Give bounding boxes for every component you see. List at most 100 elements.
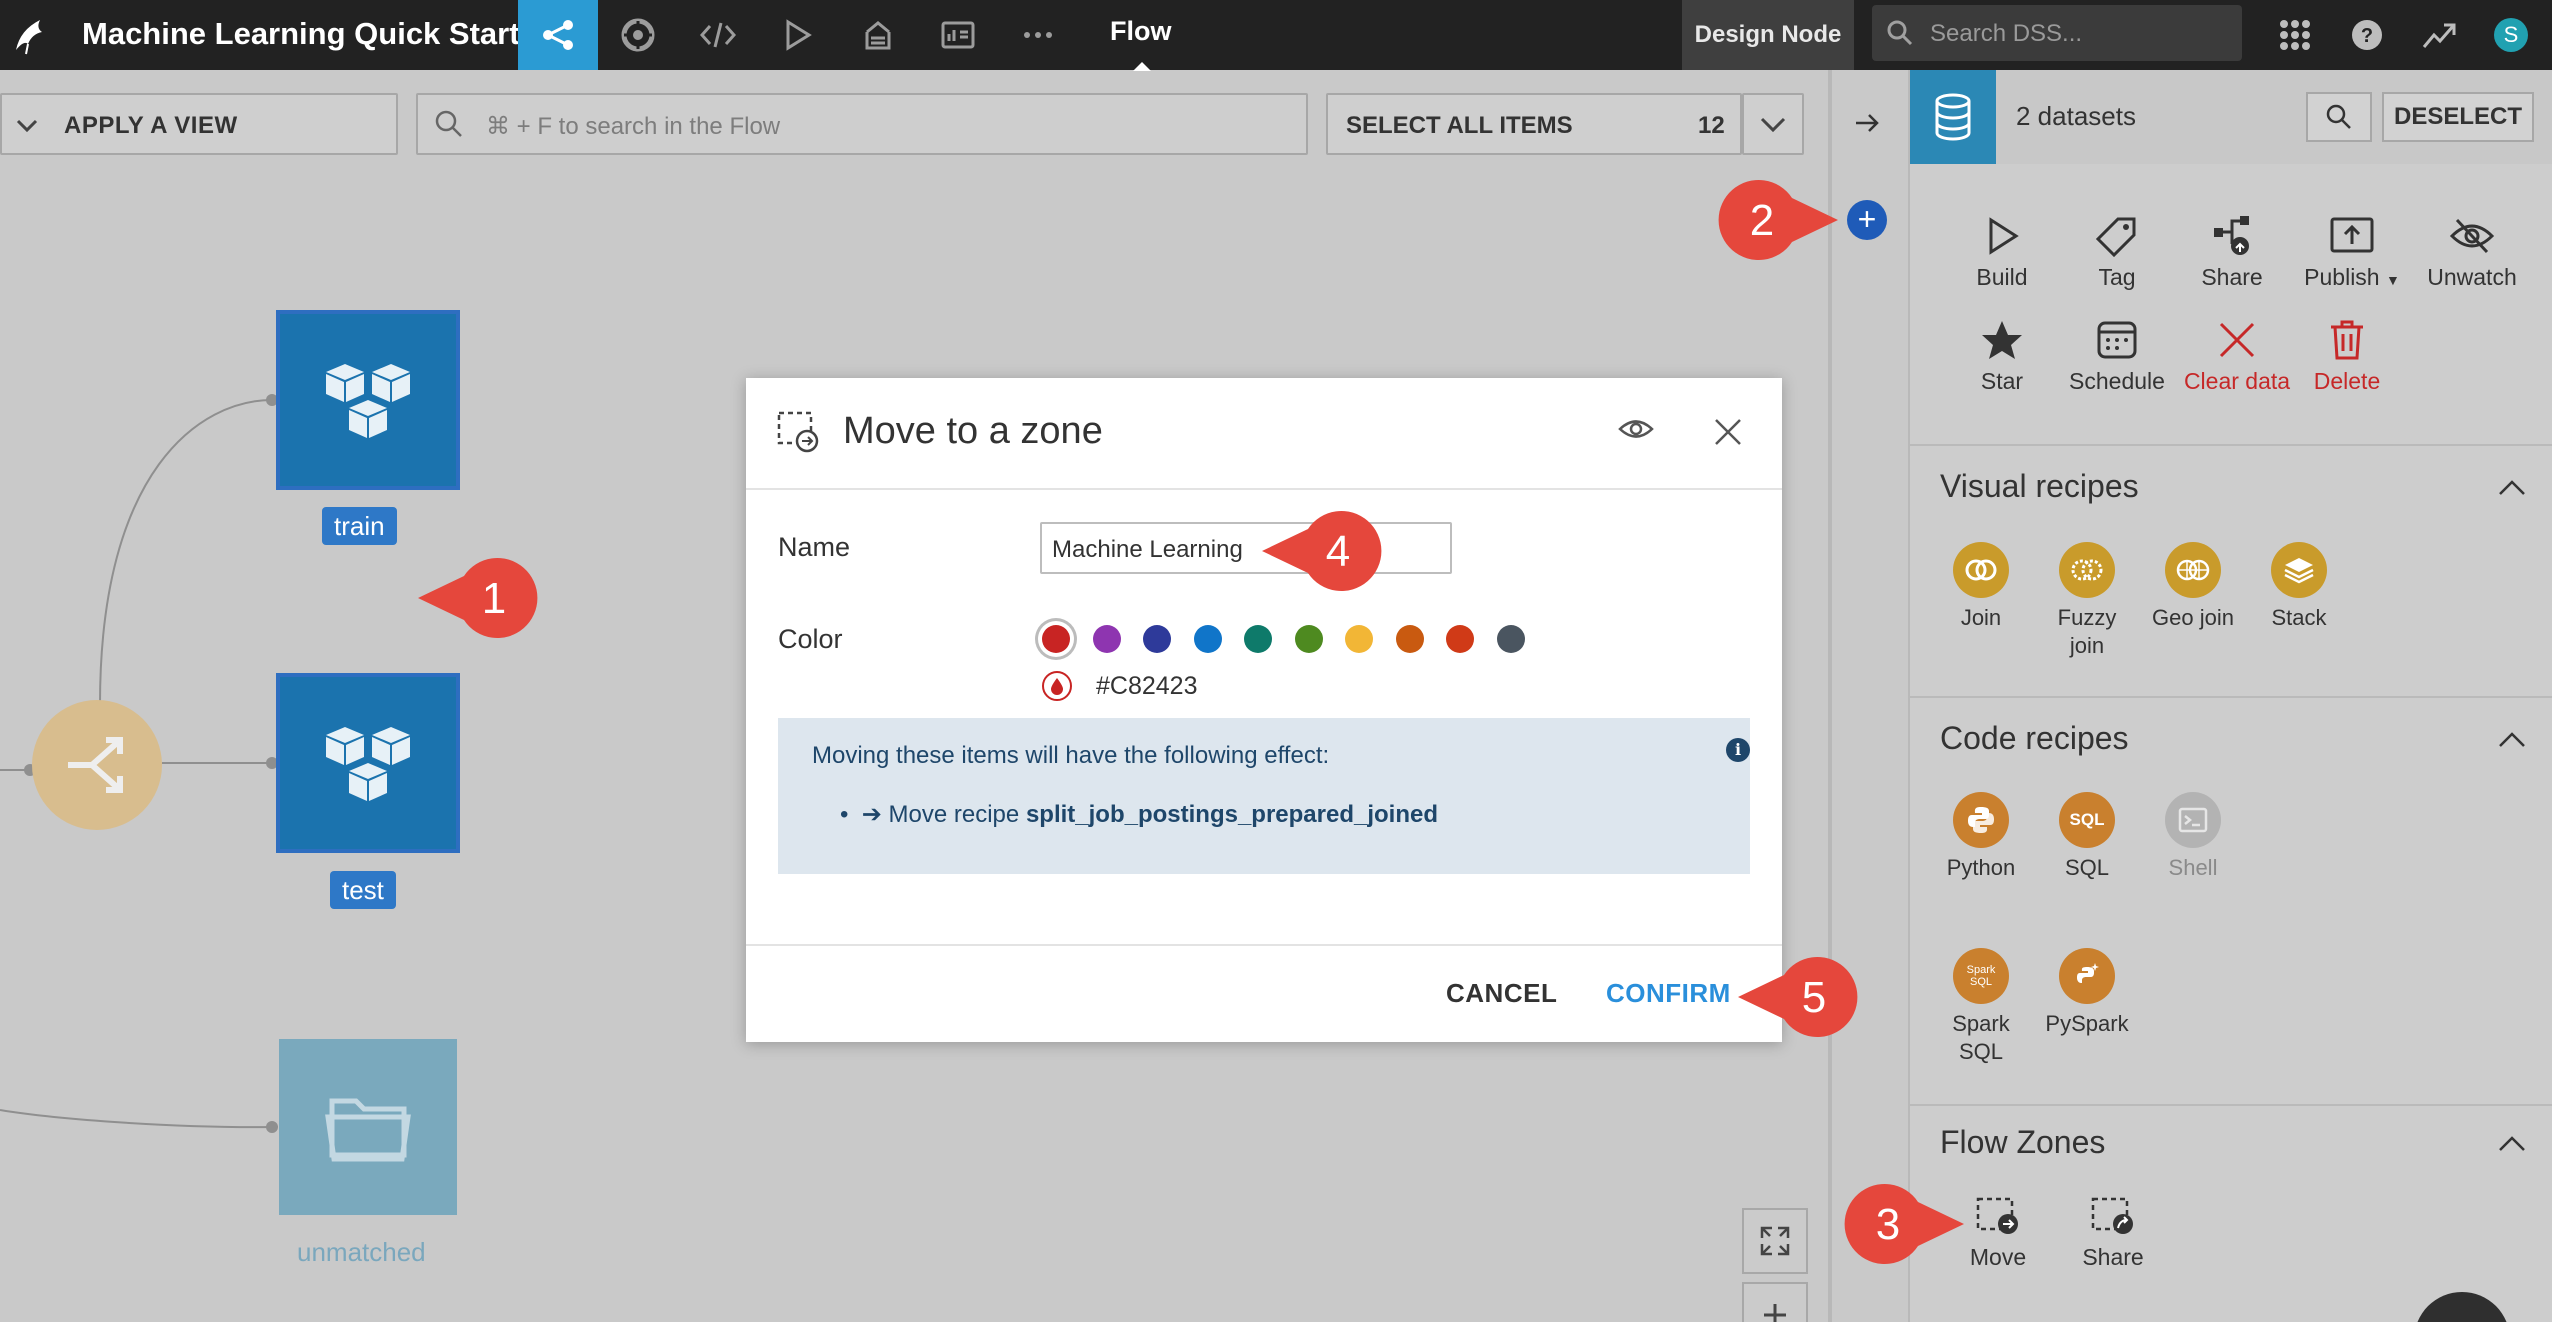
dataset-label-train[interactable]: train xyxy=(322,507,397,545)
schedule-action[interactable]: Schedule xyxy=(2057,312,2177,395)
cancel-button[interactable]: CANCEL xyxy=(1446,978,1557,1009)
color-picker-icon[interactable] xyxy=(1042,671,1072,701)
project-title[interactable]: Machine Learning Quick Start xyxy=(82,14,520,54)
confirm-button[interactable]: CONFIRM xyxy=(1606,978,1731,1009)
dataset-node-train[interactable] xyxy=(276,310,460,490)
help-icon[interactable]: ? xyxy=(2342,10,2392,60)
join-icon xyxy=(1965,559,1997,581)
effect-info-text: Moving these items will have the followi… xyxy=(812,742,1330,769)
move-to-zone-dialog: Move to a zone Name Machine Learning Col… xyxy=(746,378,1782,1042)
share-to-zone-action[interactable]: Share xyxy=(2053,1188,2173,1271)
dataset-node-test[interactable] xyxy=(276,673,460,853)
spark-sql-label: Spark SQL xyxy=(1952,1011,2010,1064)
chevron-up-icon[interactable] xyxy=(2496,1132,2528,1154)
right-actions-panel: 2 datasets DESELECT Build Tag Share Publ… xyxy=(1908,70,2552,1322)
fuzzy-join-icon xyxy=(2071,559,2103,581)
close-icon[interactable] xyxy=(1712,416,1744,448)
name-field-label: Name xyxy=(778,532,851,562)
chevron-up-icon[interactable] xyxy=(2496,728,2528,750)
join-recipe[interactable]: Join xyxy=(1926,542,2036,632)
callout-step-1: 1 xyxy=(418,558,538,638)
zone-name-input[interactable]: Machine Learning xyxy=(1040,522,1452,574)
play-icon xyxy=(1989,217,2019,255)
color-swatch[interactable] xyxy=(1294,625,1323,653)
color-swatch[interactable] xyxy=(1244,625,1272,653)
color-swatch[interactable] xyxy=(1345,625,1373,653)
star-action[interactable]: Star xyxy=(1942,312,2062,395)
pyspark-icon xyxy=(2077,963,2099,983)
fuzzy-join-recipe[interactable]: Fuzzy join xyxy=(2032,542,2142,660)
color-swatch[interactable] xyxy=(1193,625,1222,653)
add-zone-plus-button[interactable]: + xyxy=(1847,200,1887,240)
publish-label: Publish xyxy=(2304,264,2380,290)
shell-recipe[interactable]: Shell xyxy=(2138,792,2248,882)
delete-label: Delete xyxy=(2313,368,2381,394)
effect-list-item: • ➔ Move recipe split_job_postings_prepa… xyxy=(840,801,1439,828)
color-swatch[interactable] xyxy=(1143,625,1171,653)
sql-recipe[interactable]: SQL SQL xyxy=(2032,792,2142,882)
unwatch-label: Unwatch xyxy=(2427,264,2517,290)
color-swatch[interactable] xyxy=(1092,625,1121,653)
clear-data-action[interactable]: Clear data xyxy=(2172,312,2302,395)
share-label: Share xyxy=(2201,264,2263,290)
stack-recipe[interactable]: Stack xyxy=(2244,542,2354,632)
run-nav-icon[interactable] xyxy=(758,0,838,70)
publish-action[interactable]: Publish ▼ xyxy=(2287,208,2417,291)
tag-action[interactable]: Tag xyxy=(2057,208,2177,291)
flow-nav-icon[interactable] xyxy=(518,0,598,70)
more-nav-icon[interactable] xyxy=(998,0,1078,70)
color-swatch[interactable] xyxy=(1496,625,1525,653)
top-navigation-bar: Machine Learning Quick Start Flow Design… xyxy=(0,0,2552,71)
color-swatch[interactable] xyxy=(1446,625,1474,653)
code-nav-icon[interactable] xyxy=(678,0,758,70)
folder-icon xyxy=(325,1098,411,1162)
dataset-label-test[interactable]: test xyxy=(330,871,396,909)
schedule-label: Schedule xyxy=(2069,368,2165,394)
color-swatch[interactable] xyxy=(1395,625,1424,653)
user-avatar[interactable]: S xyxy=(2486,10,2536,60)
eye-icon[interactable] xyxy=(1618,416,1654,442)
search-icon xyxy=(2326,104,2351,129)
folder-label-unmatched[interactable]: unmatched xyxy=(297,1237,426,1268)
share-action[interactable]: Share xyxy=(2172,208,2292,291)
arrow-right-icon: ➔ xyxy=(861,801,882,828)
dataiku-bird-logo-icon[interactable] xyxy=(6,10,56,60)
zoom-in-button[interactable] xyxy=(1742,1282,1808,1322)
design-node-badge[interactable]: Design Node xyxy=(1682,0,1854,70)
collapse-panel-arrow-icon[interactable] xyxy=(1852,108,1882,143)
unwatch-action[interactable]: Unwatch xyxy=(2402,208,2542,291)
deselect-button[interactable]: DESELECT xyxy=(2382,92,2534,142)
selection-count: 2 datasets xyxy=(2016,101,2136,131)
selected-color-hex[interactable]: #C82423 xyxy=(1096,672,1197,701)
sql-label: SQL xyxy=(2064,855,2110,880)
folder-node-unmatched[interactable] xyxy=(279,1039,457,1215)
lab-nav-icon[interactable] xyxy=(598,0,678,70)
global-search-input[interactable]: Search DSS... xyxy=(1872,5,2242,61)
dashboard-nav-icon[interactable] xyxy=(918,0,998,70)
delete-action[interactable]: Delete xyxy=(2287,312,2407,395)
color-swatch[interactable] xyxy=(1042,625,1070,653)
visual-recipes-title: Visual recipes xyxy=(1940,468,2139,504)
fit-to-screen-button[interactable] xyxy=(1742,1208,1808,1274)
avatar-initial: S xyxy=(2494,18,2528,52)
pyspark-recipe[interactable]: PySpark xyxy=(2032,948,2142,1038)
stack-icon xyxy=(2284,558,2314,584)
spark-sql-recipe[interactable]: Spark SQL Spark SQL xyxy=(1926,948,2036,1066)
publish-icon xyxy=(2330,217,2374,253)
activity-trend-icon[interactable] xyxy=(2414,10,2464,60)
panel-search-button[interactable] xyxy=(2306,92,2372,142)
split-icon xyxy=(68,737,123,793)
python-recipe[interactable]: Python xyxy=(1926,792,2036,882)
tag-label: Tag xyxy=(2098,264,2136,290)
svg-text:5: 5 xyxy=(1802,973,1826,1022)
tag-icon xyxy=(2096,217,2136,257)
apps-grid-icon[interactable] xyxy=(2270,10,2320,60)
callout-step-2: 2 xyxy=(1718,180,1838,260)
geo-join-recipe[interactable]: Geo join xyxy=(2138,542,2248,632)
dataset-cubes-icon xyxy=(326,364,410,438)
chevron-up-icon[interactable] xyxy=(2496,476,2528,498)
section-divider xyxy=(1910,1104,2552,1106)
deploy-nav-icon[interactable] xyxy=(838,0,918,70)
split-recipe-node[interactable] xyxy=(32,700,162,830)
build-action[interactable]: Build xyxy=(1942,208,2062,291)
